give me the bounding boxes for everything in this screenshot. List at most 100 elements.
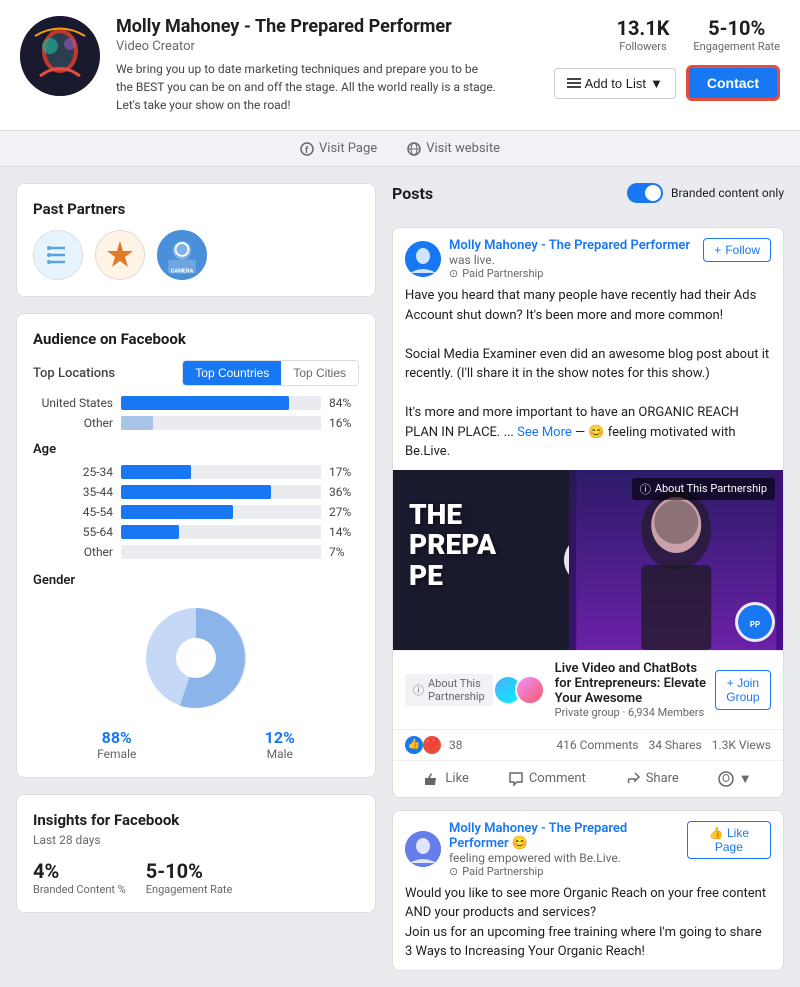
post1-image-text: THE PREPA PE <box>409 500 496 592</box>
comment-button[interactable]: Comment <box>500 767 594 791</box>
join-group-button[interactable]: + Join Group <box>715 670 771 710</box>
visit-page-link[interactable]: f Visit Page <box>300 141 377 156</box>
age-label-3544: 35-44 <box>33 485 113 499</box>
share-button[interactable]: Share <box>617 767 687 791</box>
age-pct-other: 7% <box>329 545 359 559</box>
avatar <box>20 16 100 96</box>
list-icon <box>567 76 581 90</box>
profile-stats: 13.1K Followers 5-10% Engagement Rate <box>616 16 780 53</box>
bar-fill-other <box>121 416 153 430</box>
post2-header: Molly Mahoney - The Prepared Performer 😊… <box>393 811 783 884</box>
avatar-image <box>20 16 100 96</box>
profile-type: Video Creator <box>116 39 554 54</box>
age-fill-3544 <box>121 485 271 499</box>
engagement-value: 5-10% <box>693 16 780 40</box>
branded-toggle: Branded content only <box>627 183 784 203</box>
globe-icon <box>407 142 421 156</box>
gender-label: Gender <box>33 573 359 588</box>
post1-text: Have you heard that many people have rec… <box>393 286 783 470</box>
about-partnership-badge-1[interactable]: ⓘ About This Partnership <box>632 478 775 500</box>
age-row-other: Other 7% <box>33 545 359 559</box>
post-card-1: Molly Mahoney - The Prepared Performer w… <box>392 227 784 798</box>
post1-actions: Like Comment Share ▼ <box>393 760 783 797</box>
profile-actions: Add to List ▼ Contact <box>554 65 780 101</box>
partner-3-icon: CAMERA <box>159 230 205 280</box>
partner-logo-3[interactable]: CAMERA <box>157 230 207 280</box>
profile-header: Molly Mahoney - The Prepared Performer V… <box>0 0 800 131</box>
insights-stats: 4% Branded Content % 5-10% Engagement Ra… <box>33 859 359 896</box>
profile-info: Molly Mahoney - The Prepared Performer V… <box>116 16 554 114</box>
insights-title: Insights for Facebook <box>33 811 359 829</box>
age-pct-5564: 14% <box>329 525 359 539</box>
add-to-list-button[interactable]: Add to List ▼ <box>554 68 676 99</box>
post2-status: feeling empowered with Be.Live. <box>449 851 687 865</box>
branded-label: Branded Content % <box>33 883 126 896</box>
audience-card: Audience on Facebook Top Locations Top C… <box>16 313 376 778</box>
insights-subtitle: Last 28 days <box>33 833 359 847</box>
bar-track-us <box>121 396 321 410</box>
age-section: Age 25-34 17% 35-44 36% <box>33 442 359 559</box>
followers-label: Followers <box>616 40 669 53</box>
age-track-5564 <box>121 525 321 539</box>
age-label-4554: 45-54 <box>33 505 113 519</box>
stats-actions: 13.1K Followers 5-10% Engagement Rate Ad… <box>554 16 780 101</box>
visit-website-link[interactable]: Visit website <box>407 141 500 156</box>
main-content: Past Partners <box>0 167 800 987</box>
tab-cities[interactable]: Top Cities <box>281 361 358 385</box>
profile-name: Molly Mahoney - The Prepared Performer <box>116 16 554 37</box>
logo-icon: PP <box>738 605 772 639</box>
branded-value: 4% <box>33 859 126 883</box>
bar-pct-other: 16% <box>329 416 359 430</box>
like-button[interactable]: Like <box>416 767 477 791</box>
top-locations-header: Top Locations Top Countries Top Cities <box>33 360 359 386</box>
post2-author: Molly Mahoney - The Prepared Performer 😊… <box>405 821 687 878</box>
age-label-5564: 55-64 <box>33 525 113 539</box>
reaction-count: 38 <box>449 738 463 752</box>
bar-label-other: Other <box>33 416 113 430</box>
age-row-5564: 55-64 14% <box>33 525 359 539</box>
post2-avatar-svg <box>405 831 441 867</box>
profile-bio: We bring you up to date marketing techni… <box>116 60 496 114</box>
partner-logo-1[interactable] <box>33 230 83 280</box>
partner-logo-2[interactable] <box>95 230 145 280</box>
male-label: 12% Male <box>265 728 295 761</box>
engagement-label: Engagement Rate <box>146 883 233 896</box>
group-info: Live Video and ChatBots for Entrepreneur… <box>493 661 715 719</box>
comment-icon <box>508 771 524 787</box>
contact-button[interactable]: Contact <box>686 65 780 101</box>
female-label: 88% Female <box>97 728 136 761</box>
location-tab-group: Top Countries Top Cities <box>182 360 359 386</box>
right-panel: Posts Branded content only <box>392 183 784 971</box>
group-about-badge[interactable]: ⓘ About This Partnership <box>405 674 493 706</box>
group-name: Live Video and ChatBots for Entrepreneur… <box>555 661 715 706</box>
post2-author-name[interactable]: Molly Mahoney - The Prepared Performer 😊 <box>449 821 687 851</box>
age-bar-chart: 25-34 17% 35-44 36% 45-54 <box>33 465 359 559</box>
share-icon <box>625 771 641 787</box>
age-fill-4554 <box>121 505 233 519</box>
tab-countries[interactable]: Top Countries <box>183 361 281 385</box>
post1-author-info: Molly Mahoney - The Prepared Performer w… <box>449 238 690 280</box>
bar-label-us: United States <box>33 396 113 410</box>
post1-author-name[interactable]: Molly Mahoney - The Prepared Performer <box>449 238 690 253</box>
toggle-switch[interactable] <box>627 183 663 203</box>
age-fill-other <box>121 545 149 559</box>
male-name: Male <box>265 747 295 761</box>
nav-bar: f Visit Page Visit website <box>0 131 800 167</box>
bar-fill-us <box>121 396 289 410</box>
bar-row-other: Other 16% <box>33 416 359 430</box>
post1-paid: ⊙ Paid Partnership <box>449 267 690 280</box>
pie-labels: 88% Female 12% Male <box>33 728 359 761</box>
age-row-3544: 35-44 36% <box>33 485 359 499</box>
post1-image: THE PREPA PE <box>393 470 783 650</box>
like-reaction: 👍 <box>405 736 423 754</box>
age-pct-3544: 36% <box>329 485 359 499</box>
audience-title: Audience on Facebook <box>33 330 359 348</box>
age-track-2534 <box>121 465 321 479</box>
age-label-2534: 25-34 <box>33 465 113 479</box>
follow-button[interactable]: + Follow <box>703 238 771 262</box>
performer-logo-badge: PP <box>735 602 775 642</box>
age-fill-2534 <box>121 465 191 479</box>
partners-row: CAMERA <box>33 230 359 280</box>
more-button[interactable]: ▼ <box>710 767 760 791</box>
see-more-link[interactable]: See More <box>517 425 572 440</box>
